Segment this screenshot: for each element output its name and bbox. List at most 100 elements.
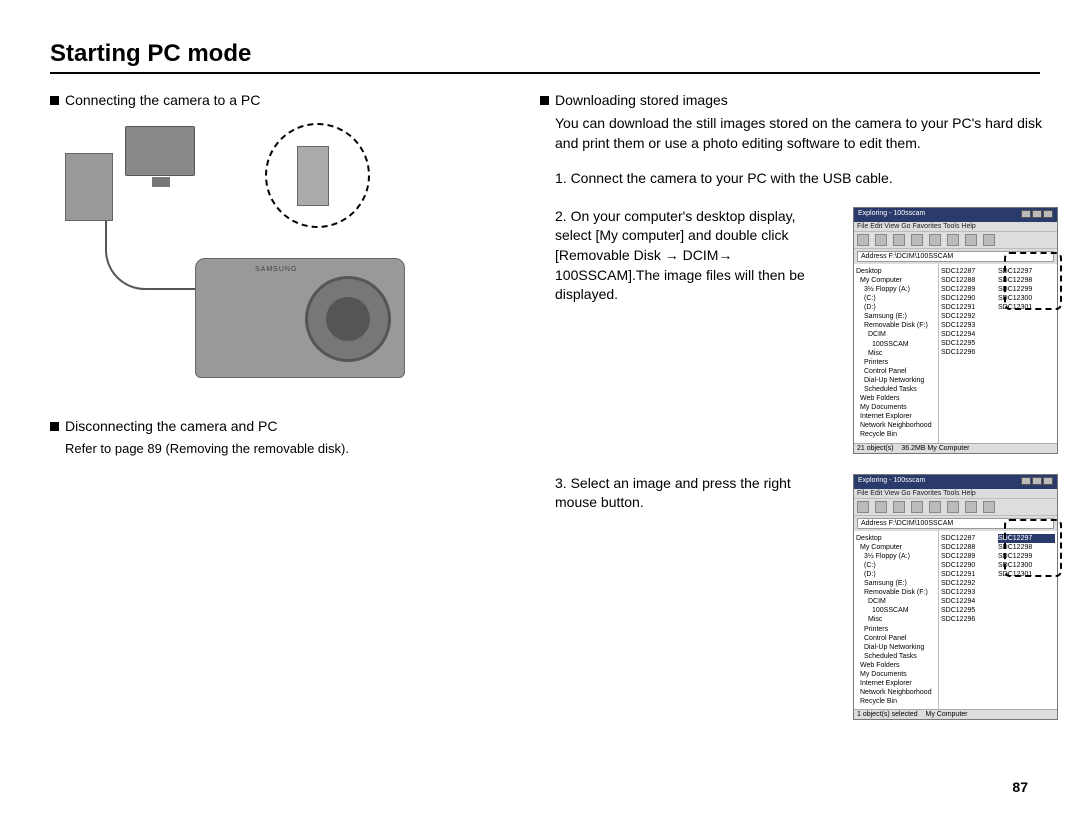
explorer-screenshot-2: Exploring - 100sscam File Edit View Go F… xyxy=(853,474,1058,721)
right-column: Downloading stored images You can downlo… xyxy=(540,92,1058,740)
file-item: SDC12289 xyxy=(941,552,998,561)
explorer-statusbar: 1 object(s) selected My Computer xyxy=(854,709,1057,719)
window-buttons xyxy=(1020,477,1053,487)
file-list-col: SDC12287SDC12288SDC12289SDC12290SDC12291… xyxy=(941,267,998,440)
file-item: SDC12295 xyxy=(941,606,998,615)
tree-item: Dial-Up Networking xyxy=(856,643,936,652)
file-item: SDC12294 xyxy=(941,597,998,606)
file-item: SDC12301 xyxy=(998,570,1055,579)
tree-item: Printers xyxy=(856,625,936,634)
tree-item: Removable Disk (F:) xyxy=(856,588,936,597)
step-3-text: 3. Select an image and press the right m… xyxy=(555,474,835,721)
left-column: Connecting the camera to a PC SAMSUNG Di… xyxy=(50,92,510,740)
file-item: SDC12296 xyxy=(941,615,998,624)
explorer-statusbar: 21 object(s) 36.2MB My Computer xyxy=(854,443,1057,453)
content-columns: Connecting the camera to a PC SAMSUNG Di… xyxy=(50,92,1040,740)
camera-brand-label: SAMSUNG xyxy=(255,266,297,273)
explorer-screenshot-1: Exploring - 100sscam File Edit View Go F… xyxy=(853,207,1058,454)
file-item: SDC12289 xyxy=(941,285,998,294)
explorer-title: Exploring - 100sscam xyxy=(858,210,925,220)
disconnecting-heading-text: Disconnecting the camera and PC xyxy=(65,418,277,434)
folder-tree: DesktopMy Computer3½ Floppy (A:)(C:)(D:)… xyxy=(854,264,939,443)
tree-item: Misc xyxy=(856,615,936,624)
file-list-col: SDC12287SDC12288SDC12289SDC12290SDC12291… xyxy=(941,534,998,707)
tree-item: Samsung (E:) xyxy=(856,579,936,588)
file-item: SDC12298 xyxy=(998,543,1055,552)
download-paragraph: You can download the still images stored… xyxy=(555,114,1058,153)
file-item: SDC12300 xyxy=(998,561,1055,570)
file-item: SDC12291 xyxy=(941,303,998,312)
usb-connector-icon xyxy=(297,146,329,206)
file-item: SDC12292 xyxy=(941,579,998,588)
tree-item: Desktop xyxy=(856,267,936,276)
tree-item: Internet Explorer xyxy=(856,679,936,688)
explorer-menubar: File Edit View Go Favorites Tools Help xyxy=(854,489,1057,498)
file-item: SDC12288 xyxy=(941,543,998,552)
file-item: SDC12293 xyxy=(941,588,998,597)
explorer-titlebar: Exploring - 100sscam xyxy=(854,208,1057,222)
tree-item: Scheduled Tasks xyxy=(856,652,936,661)
file-item: SDC12288 xyxy=(941,276,998,285)
square-bullet-icon xyxy=(540,96,549,105)
tree-item: Web Folders xyxy=(856,661,936,670)
file-item: SDC12291 xyxy=(941,570,998,579)
tree-item: 3½ Floppy (A:) xyxy=(856,285,936,294)
tree-item: (D:) xyxy=(856,570,936,579)
tree-item: My Documents xyxy=(856,670,936,679)
file-item: SDC12294 xyxy=(941,330,998,339)
status-left: 1 object(s) selected xyxy=(857,711,918,718)
tree-item: (C:) xyxy=(856,561,936,570)
file-item: SDC12297 xyxy=(998,267,1055,276)
tree-item: Network Neighborhood xyxy=(856,688,936,697)
page-number: 87 xyxy=(1012,779,1028,795)
explorer-toolbar xyxy=(854,231,1057,249)
status-right: 36.2MB My Computer xyxy=(901,445,969,452)
tree-item: 3½ Floppy (A:) xyxy=(856,552,936,561)
file-item: SDC12299 xyxy=(998,552,1055,561)
tree-item: Printers xyxy=(856,358,936,367)
explorer-address: Address F:\DCIM\100SSCAM xyxy=(857,518,1054,529)
status-right: My Computer xyxy=(925,711,967,718)
window-buttons xyxy=(1020,210,1053,220)
explorer-toolbar xyxy=(854,498,1057,516)
step-2-text: 2. On your computer's desktop display, s… xyxy=(555,207,835,454)
disconnecting-note: Refer to page 89 (Removing the removable… xyxy=(65,440,510,458)
file-list-col: SDC12297SDC12298SDC12299SDC12300SDC12301 xyxy=(998,534,1055,707)
tree-item: My Computer xyxy=(856,543,936,552)
file-item: SDC12296 xyxy=(941,348,998,357)
file-item: SDC12290 xyxy=(941,294,998,303)
file-item: SDC12292 xyxy=(941,312,998,321)
explorer-menubar: File Edit View Go Favorites Tools Help xyxy=(854,222,1057,231)
download-heading-text: Downloading stored images xyxy=(555,92,728,108)
explorer-titlebar: Exploring - 100sscam xyxy=(854,475,1057,489)
explorer-window: Exploring - 100sscam File Edit View Go F… xyxy=(853,207,1058,454)
tree-item: DCIM xyxy=(856,330,936,339)
connecting-heading: Connecting the camera to a PC xyxy=(50,92,510,108)
tree-item: 100SSCAM xyxy=(856,606,936,615)
file-item: SDC12287 xyxy=(941,534,998,543)
address-label: Address xyxy=(861,253,887,260)
explorer-address: Address F:\DCIM\100SSCAM xyxy=(857,251,1054,262)
status-left: 21 object(s) xyxy=(857,445,894,452)
camera-pc-illustration: SAMSUNG xyxy=(65,118,415,388)
file-item: SDC12297 xyxy=(998,534,1055,543)
address-label: Address xyxy=(861,520,887,527)
address-value: F:\DCIM\100SSCAM xyxy=(889,253,954,260)
folder-tree: DesktopMy Computer3½ Floppy (A:)(C:)(D:)… xyxy=(854,531,939,710)
tree-item: Recycle Bin xyxy=(856,697,936,706)
file-item: SDC12295 xyxy=(941,339,998,348)
file-item: SDC12293 xyxy=(941,321,998,330)
page-title: Starting PC mode xyxy=(50,40,1040,74)
tree-item: 100SSCAM xyxy=(856,340,936,349)
camera-lens-icon xyxy=(305,276,391,362)
explorer-title: Exploring - 100sscam xyxy=(858,477,925,487)
tree-item: Recycle Bin xyxy=(856,430,936,439)
step-3-row: 3. Select an image and press the right m… xyxy=(555,474,1058,721)
explorer-window: Exploring - 100sscam File Edit View Go F… xyxy=(853,474,1058,721)
step-1-text: 1. Connect the camera to your PC with th… xyxy=(555,169,1058,189)
tree-item: Samsung (E:) xyxy=(856,312,936,321)
file-item: SDC12298 xyxy=(998,276,1055,285)
disconnecting-heading: Disconnecting the camera and PC xyxy=(50,418,510,434)
tree-item: (D:) xyxy=(856,303,936,312)
download-heading: Downloading stored images xyxy=(540,92,1058,108)
